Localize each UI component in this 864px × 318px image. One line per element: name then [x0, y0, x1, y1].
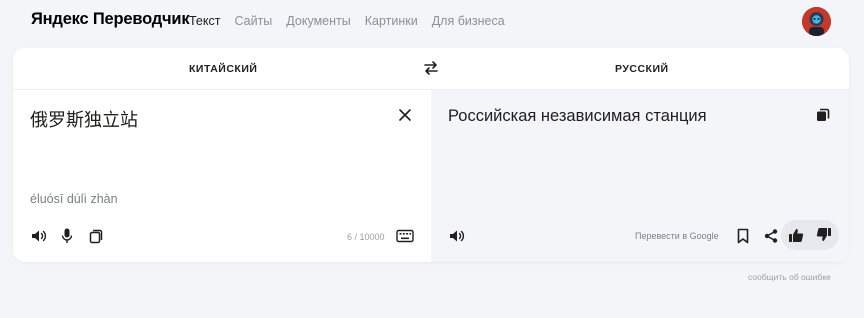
target-language-button[interactable]: РУССКИЙ [615, 63, 669, 75]
source-text-input[interactable]: 俄罗斯独立站 [30, 106, 138, 132]
source-language-button[interactable]: КИТАЙСКИЙ [189, 63, 257, 75]
copy-icon[interactable] [814, 106, 832, 124]
speaker-icon[interactable] [448, 227, 466, 245]
language-bar: КИТАЙСКИЙ РУССКИЙ [13, 48, 849, 90]
share-icon[interactable] [762, 227, 780, 245]
translation-text: Российская независимая станция [448, 107, 707, 125]
thumbs-up-icon[interactable] [787, 226, 805, 244]
bookmark-icon[interactable] [734, 227, 752, 245]
report-error-link[interactable]: сообщить об ошибке [748, 272, 831, 282]
nav-item-text[interactable]: Текст [189, 14, 220, 28]
thumbs-down-icon[interactable] [815, 226, 833, 244]
rating-group [781, 220, 839, 250]
translate-in-google-link[interactable]: Перевести в Google [635, 231, 719, 241]
avatar[interactable] [802, 7, 831, 36]
nav-item-business[interactable]: Для бизнеса [432, 14, 505, 28]
swap-arrows-icon[interactable] [423, 60, 439, 76]
nav-item-documents[interactable]: Документы [286, 14, 350, 28]
avatar-image [802, 7, 831, 36]
source-pane: 俄罗斯独立站 éluósī dúlì zhàn 6 / 10000 [13, 90, 431, 262]
microphone-icon[interactable] [58, 227, 76, 245]
logo[interactable]: Яндекс Переводчик [31, 10, 190, 29]
character-counter: 6 / 10000 [347, 232, 385, 242]
main-nav: Текст Сайты Документы Картинки Для бизне… [189, 14, 505, 28]
transliteration: éluósī dúlì zhàn [30, 192, 118, 206]
nav-item-images[interactable]: Картинки [365, 14, 418, 28]
speaker-icon[interactable] [30, 227, 48, 245]
target-pane: Российская независимая станция Перевести… [431, 90, 849, 262]
header: Яндекс Переводчик Текст Сайты Документы … [0, 0, 864, 44]
translator-card: КИТАЙСКИЙ РУССКИЙ 俄罗斯独立站 éluósī dúlì zhà… [13, 48, 849, 262]
copy-icon[interactable] [87, 227, 105, 245]
nav-item-sites[interactable]: Сайты [234, 14, 272, 28]
close-icon[interactable] [398, 108, 412, 122]
keyboard-icon[interactable] [395, 227, 415, 245]
